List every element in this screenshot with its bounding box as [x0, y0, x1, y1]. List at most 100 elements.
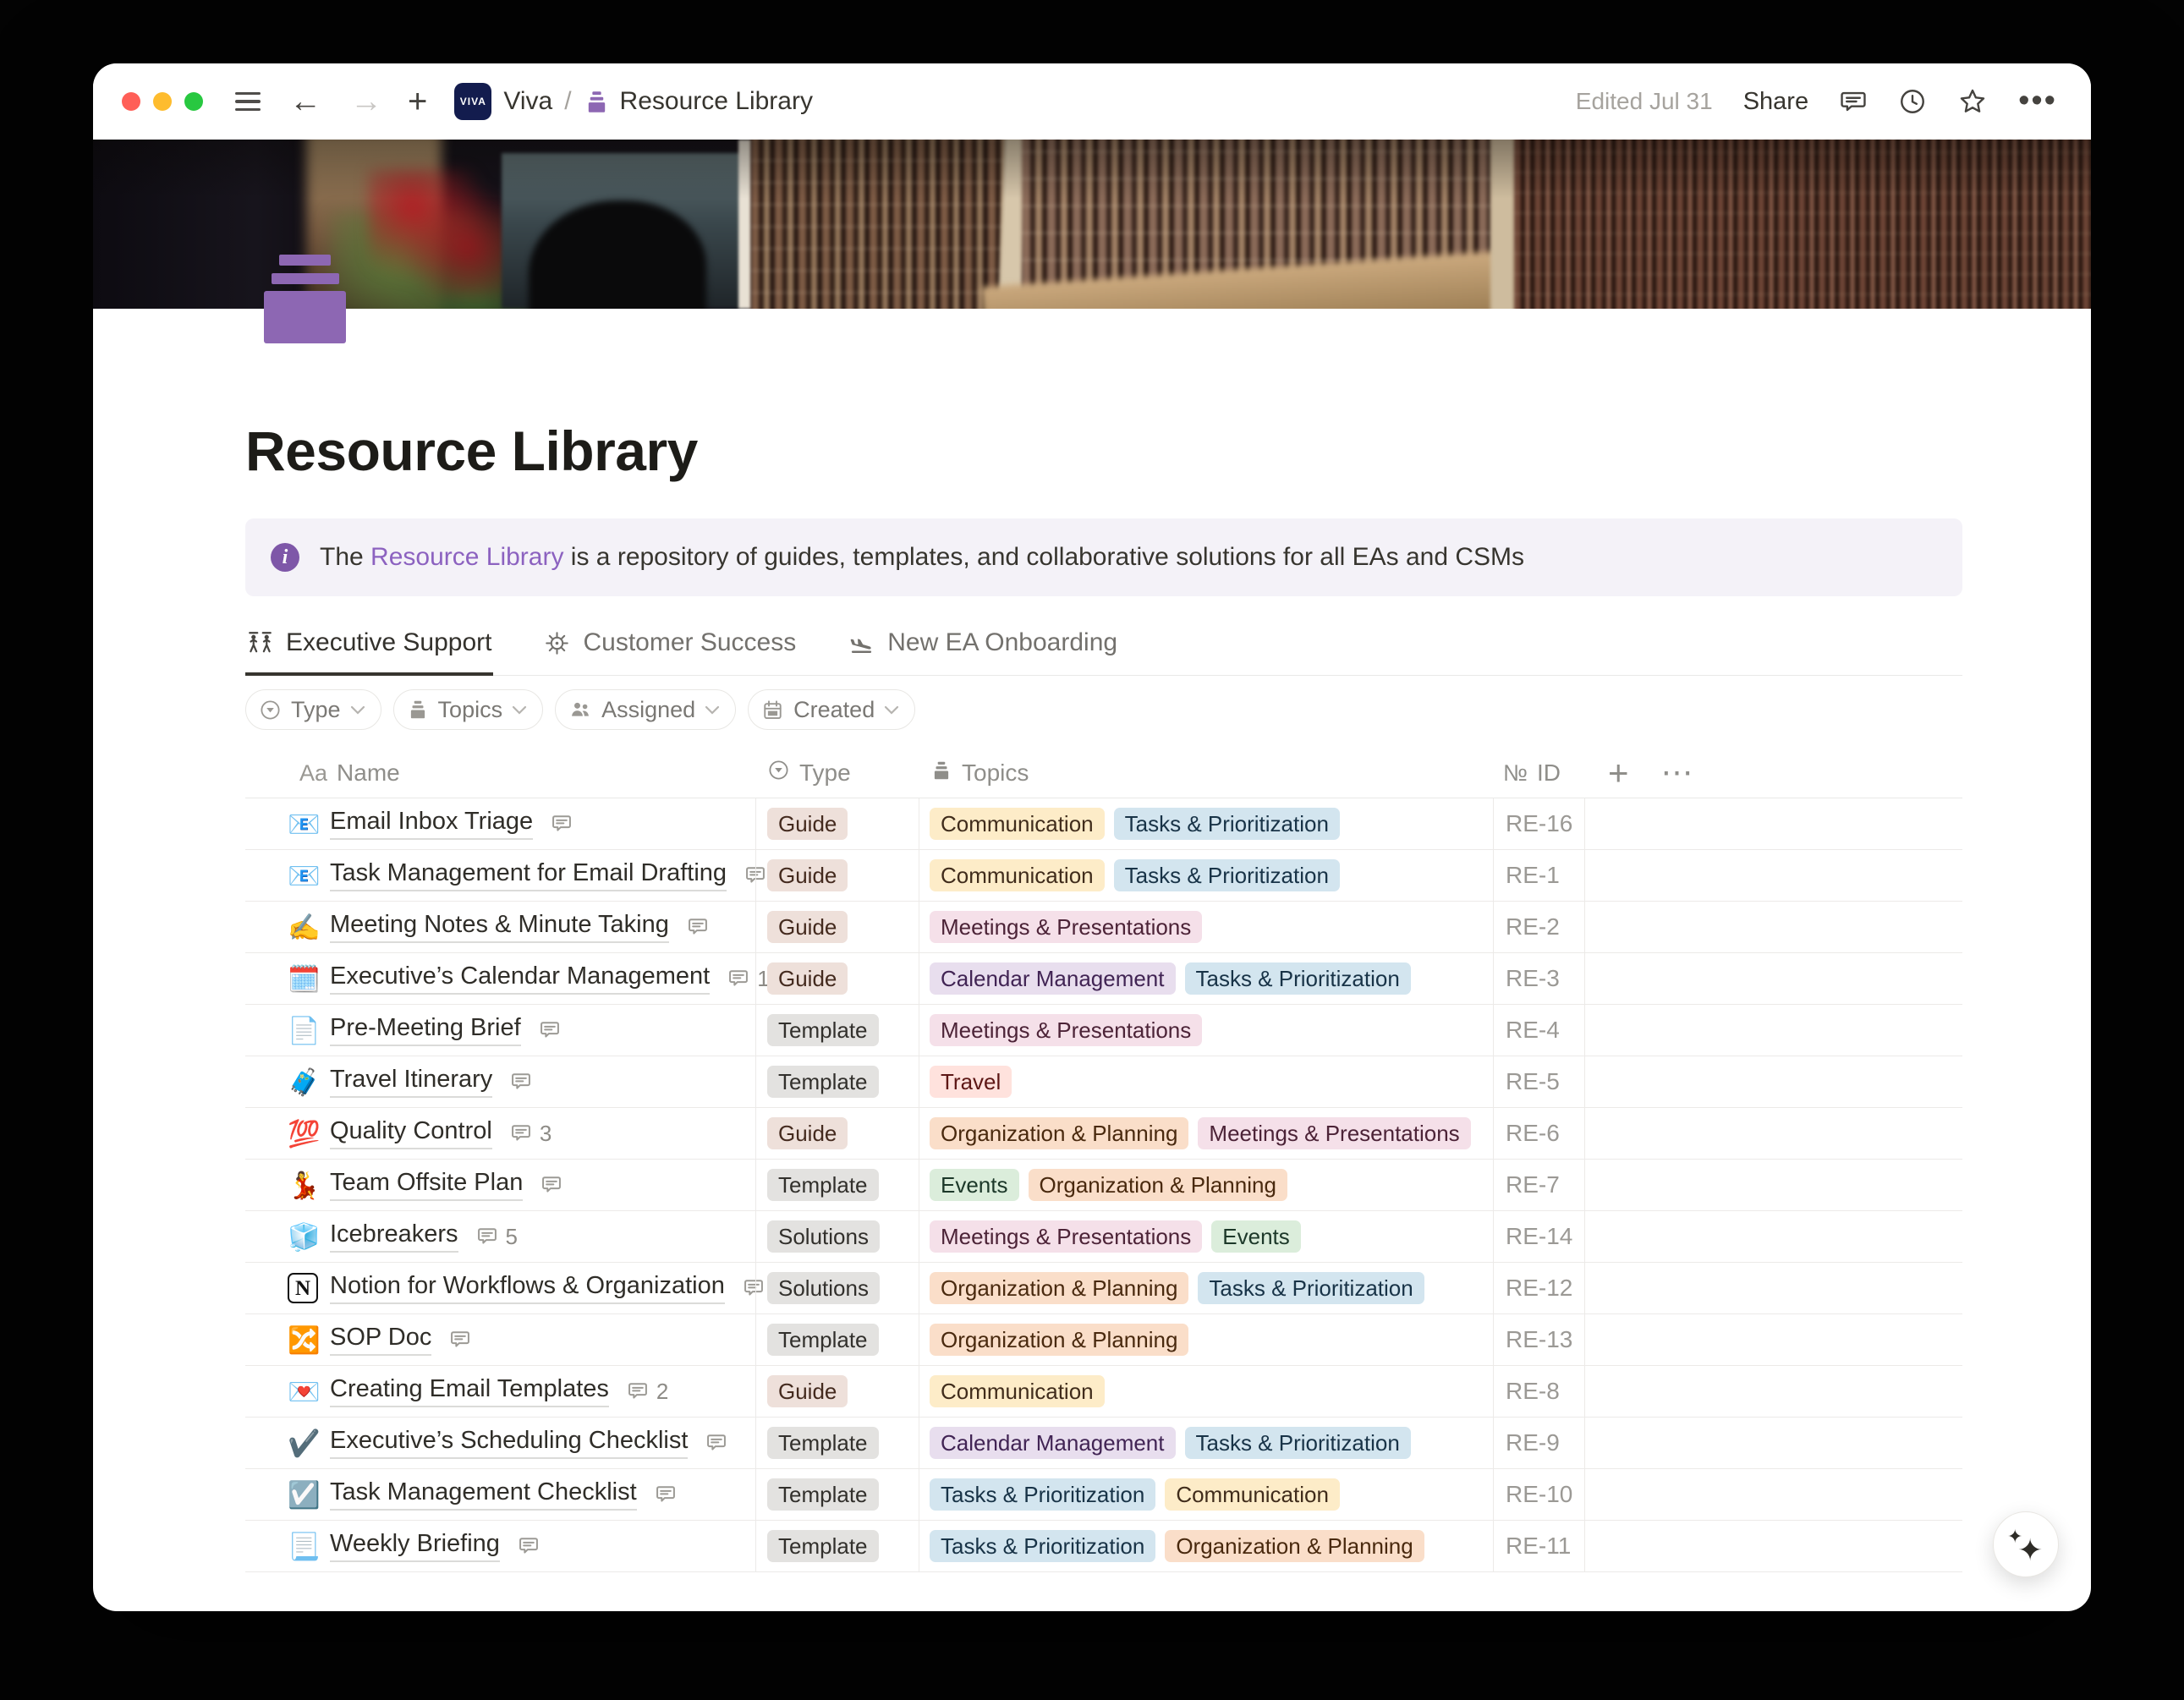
filter-pill-assigned[interactable]: Assigned: [555, 689, 736, 730]
name-cell[interactable]: 🗓️ Executive’s Calendar Management 1: [245, 953, 755, 1004]
id-cell[interactable]: RE-16: [1493, 798, 1584, 849]
filter-pill-topics[interactable]: Topics: [393, 689, 544, 730]
zoom-button[interactable]: [184, 92, 203, 111]
name-cell[interactable]: ✔️ Executive’s Scheduling Checklist: [245, 1418, 755, 1468]
sidebar-menu-icon[interactable]: [235, 92, 261, 112]
topics-cell[interactable]: Meetings & Presentations: [919, 902, 1493, 952]
id-cell[interactable]: RE-4: [1493, 1005, 1584, 1056]
tab-new-ea-onboarding[interactable]: New EA Onboarding: [847, 623, 1119, 676]
comment-badge[interactable]: 3: [509, 1121, 551, 1147]
table-row[interactable]: 💌 Creating Email Templates 2 Guide Commu…: [245, 1366, 1962, 1418]
row-title[interactable]: Executive’s Scheduling Checklist: [330, 1427, 688, 1459]
id-cell[interactable]: RE-7: [1493, 1160, 1584, 1210]
comment-badge[interactable]: [538, 1018, 568, 1042]
topics-cell[interactable]: Calendar ManagementTasks & Prioritizatio…: [919, 1418, 1493, 1468]
type-cell[interactable]: Guide: [755, 1108, 919, 1159]
name-cell[interactable]: 🧳 Travel Itinerary: [245, 1056, 755, 1107]
back-button[interactable]: ←: [289, 85, 321, 118]
id-cell[interactable]: RE-10: [1493, 1469, 1584, 1520]
id-cell[interactable]: RE-14: [1493, 1211, 1584, 1262]
add-column-button[interactable]: +: [1608, 755, 1629, 791]
topics-cell[interactable]: Organization & PlanningTasks & Prioritiz…: [919, 1263, 1493, 1313]
share-button[interactable]: Share: [1743, 88, 1808, 116]
filter-pill-created[interactable]: Created: [748, 689, 915, 730]
type-cell[interactable]: Template: [755, 1314, 919, 1365]
name-cell[interactable]: 📧 Email Inbox Triage: [245, 798, 755, 849]
row-title[interactable]: Meeting Notes & Minute Taking: [330, 911, 669, 943]
row-title[interactable]: Team Offsite Plan: [330, 1169, 523, 1201]
id-cell[interactable]: RE-5: [1493, 1056, 1584, 1107]
column-header-name[interactable]: Aa Name: [245, 760, 755, 787]
table-row[interactable]: 💃 Team Offsite Plan Template EventsOrgan…: [245, 1160, 1962, 1211]
column-header-type[interactable]: Type: [755, 759, 919, 787]
column-header-topics[interactable]: Topics: [919, 760, 1493, 787]
type-cell[interactable]: Template: [755, 1418, 919, 1468]
minimize-button[interactable]: [153, 92, 172, 111]
id-cell[interactable]: RE-1: [1493, 850, 1584, 901]
name-cell[interactable]: 📧 Task Management for Email Drafting: [245, 850, 755, 901]
table-options-icon[interactable]: ⋯: [1661, 757, 1693, 789]
comments-icon[interactable]: [1839, 87, 1868, 116]
table-row[interactable]: 📃 Weekly Briefing Template Tasks & Prior…: [245, 1521, 1962, 1572]
more-options-icon[interactable]: •••: [2018, 95, 2057, 107]
type-cell[interactable]: Template: [755, 1160, 919, 1210]
name-cell[interactable]: 💌 Creating Email Templates 2: [245, 1366, 755, 1417]
type-cell[interactable]: Template: [755, 1056, 919, 1107]
type-cell[interactable]: Solutions: [755, 1263, 919, 1313]
table-row[interactable]: N Notion for Workflows & Organization So…: [245, 1263, 1962, 1314]
workspace-logo[interactable]: VIVA: [454, 83, 491, 120]
topics-cell[interactable]: Organization & PlanningMeetings & Presen…: [919, 1108, 1493, 1159]
comment-badge[interactable]: 5: [475, 1224, 518, 1250]
column-header-id[interactable]: № ID: [1493, 760, 1584, 787]
name-cell[interactable]: 💯 Quality Control 3: [245, 1108, 755, 1159]
page-icon-archive[interactable]: [264, 255, 346, 343]
topics-cell[interactable]: EventsOrganization & Planning: [919, 1160, 1493, 1210]
comment-badge[interactable]: [654, 1483, 684, 1506]
name-cell[interactable]: 💃 Team Offsite Plan: [245, 1160, 755, 1210]
table-row[interactable]: 🧊 Icebreakers 5 Solutions Meetings & Pre…: [245, 1211, 1962, 1263]
table-row[interactable]: 🔀 SOP Doc Template Organization & Planni…: [245, 1314, 1962, 1366]
table-row[interactable]: 📄 Pre-Meeting Brief Template Meetings & …: [245, 1005, 1962, 1056]
type-cell[interactable]: Guide: [755, 798, 919, 849]
resource-library-link[interactable]: Resource Library: [370, 543, 563, 571]
row-title[interactable]: Pre-Meeting Brief: [330, 1014, 521, 1046]
name-cell[interactable]: N Notion for Workflows & Organization: [245, 1263, 755, 1313]
filter-pill-type[interactable]: Type: [245, 689, 381, 730]
type-cell[interactable]: Guide: [755, 902, 919, 952]
table-row[interactable]: ✍️ Meeting Notes & Minute Taking Guide M…: [245, 902, 1962, 953]
id-cell[interactable]: RE-6: [1493, 1108, 1584, 1159]
type-cell[interactable]: Guide: [755, 953, 919, 1004]
id-cell[interactable]: RE-13: [1493, 1314, 1584, 1365]
row-title[interactable]: Notion for Workflows & Organization: [330, 1272, 725, 1304]
close-button[interactable]: [122, 92, 140, 111]
id-cell[interactable]: RE-11: [1493, 1521, 1584, 1571]
row-title[interactable]: Creating Email Templates: [330, 1375, 609, 1407]
table-row[interactable]: ✔️ Executive’s Scheduling Checklist Temp…: [245, 1418, 1962, 1469]
comment-badge[interactable]: [686, 915, 716, 939]
row-title[interactable]: SOP Doc: [330, 1324, 431, 1356]
type-cell[interactable]: Guide: [755, 1366, 919, 1417]
name-cell[interactable]: ✍️ Meeting Notes & Minute Taking: [245, 902, 755, 952]
row-title[interactable]: Travel Itinerary: [330, 1066, 492, 1098]
table-row[interactable]: ☑️ Task Management Checklist Template Ta…: [245, 1469, 1962, 1521]
type-cell[interactable]: Template: [755, 1469, 919, 1520]
comment-badge[interactable]: [550, 812, 580, 836]
table-row[interactable]: 💯 Quality Control 3 Guide Organization &…: [245, 1108, 1962, 1160]
row-title[interactable]: Quality Control: [330, 1117, 492, 1149]
topics-cell[interactable]: Tasks & PrioritizationOrganization & Pla…: [919, 1521, 1493, 1571]
type-cell[interactable]: Template: [755, 1521, 919, 1571]
tab-customer-success[interactable]: Customer Success: [542, 623, 798, 676]
topics-cell[interactable]: Organization & Planning: [919, 1314, 1493, 1365]
topics-cell[interactable]: CommunicationTasks & Prioritization: [919, 798, 1493, 849]
comment-badge[interactable]: [509, 1070, 540, 1094]
row-title[interactable]: Weekly Briefing: [330, 1530, 500, 1562]
id-cell[interactable]: RE-3: [1493, 953, 1584, 1004]
name-cell[interactable]: 🔀 SOP Doc: [245, 1314, 755, 1365]
new-tab-button[interactable]: +: [408, 85, 427, 118]
topics-cell[interactable]: CommunicationTasks & Prioritization: [919, 850, 1493, 901]
id-cell[interactable]: RE-9: [1493, 1418, 1584, 1468]
id-cell[interactable]: RE-8: [1493, 1366, 1584, 1417]
id-cell[interactable]: RE-12: [1493, 1263, 1584, 1313]
table-row[interactable]: 🗓️ Executive’s Calendar Management 1 Gui…: [245, 953, 1962, 1005]
history-clock-icon[interactable]: [1898, 87, 1927, 116]
